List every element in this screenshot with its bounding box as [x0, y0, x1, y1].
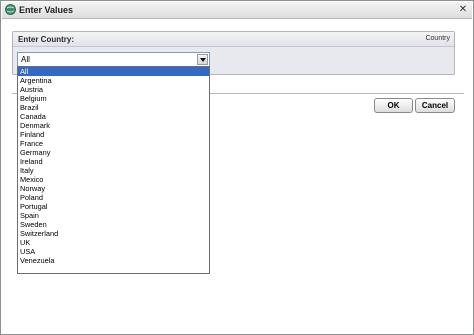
dropdown-option[interactable]: USA [18, 247, 209, 256]
dropdown-option[interactable]: Belgium [18, 94, 209, 103]
dropdown-option[interactable]: Argentina [18, 76, 209, 85]
dropdown-option[interactable]: Venezuela [18, 256, 209, 265]
dropdown-option[interactable]: All [18, 67, 209, 76]
dropdown-option[interactable]: Poland [18, 193, 209, 202]
country-dropdown-list[interactable]: All Argentina Austria Belgium Brazil Canada De… [17, 66, 210, 274]
dropdown-option[interactable]: Sweden [18, 220, 209, 229]
dropdown-option[interactable]: Ireland [18, 157, 209, 166]
dropdown-option[interactable]: Switzerland [18, 229, 209, 238]
ok-button[interactable]: OK [374, 98, 413, 113]
app-globe-icon [5, 4, 16, 15]
country-select[interactable]: All [17, 52, 210, 67]
dialog-window: Enter Values ✕ Enter Country: Country Al… [0, 0, 474, 335]
close-icon[interactable]: ✕ [457, 4, 469, 16]
title-bar[interactable]: Enter Values ✕ [2, 2, 472, 19]
dropdown-option[interactable]: Portugal [18, 202, 209, 211]
dropdown-option[interactable]: Austria [18, 85, 209, 94]
chevron-down-icon[interactable] [197, 54, 208, 65]
group-header: Enter Country: Country [13, 32, 454, 47]
dropdown-option[interactable]: Finland [18, 130, 209, 139]
dropdown-option[interactable]: Canada [18, 112, 209, 121]
dropdown-option[interactable]: Brazil [18, 103, 209, 112]
dropdown-option[interactable]: Italy [18, 166, 209, 175]
dropdown-option[interactable]: Spain [18, 211, 209, 220]
country-caption: Country [425, 35, 450, 42]
dropdown-option[interactable]: Germany [18, 148, 209, 157]
enter-country-label: Enter Country: [18, 35, 74, 44]
dropdown-option[interactable]: UK [18, 238, 209, 247]
dropdown-option[interactable]: Mexico [18, 175, 209, 184]
country-select-value: All [21, 55, 30, 64]
cancel-button[interactable]: Cancel [415, 98, 455, 113]
dropdown-option[interactable]: France [18, 139, 209, 148]
window-title: Enter Values [19, 5, 74, 15]
dropdown-option[interactable]: Norway [18, 184, 209, 193]
dropdown-option[interactable]: Denmark [18, 121, 209, 130]
